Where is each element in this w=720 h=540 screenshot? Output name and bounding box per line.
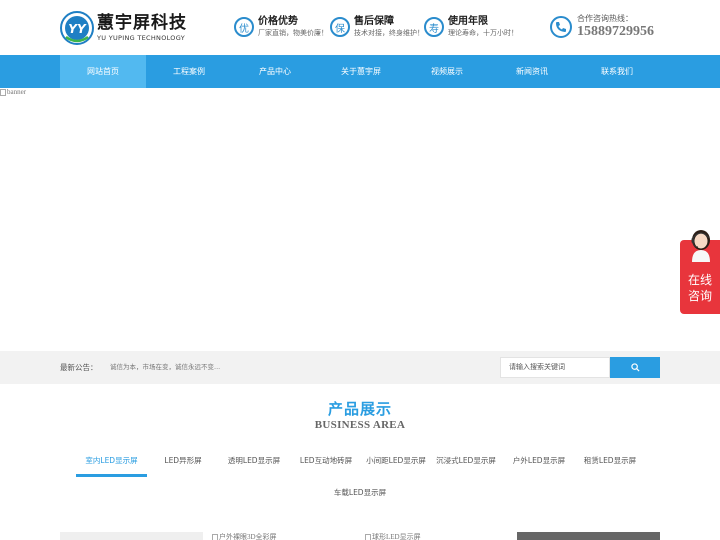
consult-line-1: 在线 [687, 273, 712, 287]
feature-desc: 技术对接，终身维护！ [354, 29, 424, 37]
search-input[interactable]: 请输入搜索关键词 [500, 357, 610, 378]
product-thumb-1[interactable] [60, 532, 203, 540]
tab-shaped-led[interactable]: LED异形屏 [150, 450, 216, 470]
active-tab-indicator [76, 474, 147, 477]
feature-desc: 理论寿命，十万小时！ [448, 29, 518, 37]
banner[interactable]: banner [0, 88, 720, 351]
tab-outdoor-led[interactable]: 户外LED显示屏 [503, 450, 575, 470]
product-thumb-4[interactable] [517, 532, 660, 540]
section-subtitle: BUSINESS AREA [314, 419, 406, 431]
tab-small-pitch-led[interactable]: 小间距LED显示屏 [362, 450, 430, 470]
warranty-badge-icon: 保 [330, 17, 350, 37]
nav-contact[interactable]: 联系我们 [574, 55, 660, 88]
section-title: 产品展示 [327, 400, 392, 418]
price-badge-icon: 优 [234, 17, 254, 37]
nav-videos[interactable]: 视频展示 [404, 55, 490, 88]
search-button[interactable] [610, 357, 660, 378]
tab-transparent-led[interactable]: 透明LED显示屏 [218, 450, 290, 470]
hotline-label: 合作咨询热线： [577, 14, 633, 23]
hotline-number[interactable]: 15889729956 [577, 24, 654, 40]
nav-home[interactable]: 网站首页 [60, 55, 146, 88]
broken-image-icon [365, 533, 371, 540]
product-thumb-3-alt: 球形LED显示屏 [372, 533, 421, 540]
consult-line-2: 咨询 [687, 289, 712, 303]
support-agent-avatar [688, 228, 714, 262]
notice-text[interactable]: 诚信为本，市场在变，诚信永远不变... [110, 351, 220, 384]
feature-title: 售后保障 [354, 16, 394, 27]
main-nav: 网站首页 工程案例 产品中心 关于蕙宇屏 视频展示 新闻资讯 联系我们 [0, 55, 720, 88]
broken-image-icon [212, 533, 218, 540]
product-thumb-2-alt: 户外裸眼3D全彩屏 [219, 533, 277, 540]
feature-title: 价格优势 [258, 16, 298, 27]
tab-rental-led[interactable]: 租赁LED显示屏 [574, 450, 646, 470]
logo-icon: YY [60, 11, 94, 45]
feature-price: 优 价格优势 厂家直销，物美价廉！ [234, 15, 328, 41]
site-header: YY 蕙宇屏科技 YU YUPING TECHNOLOGY 优 价格优势 厂家直… [0, 0, 720, 55]
feature-warranty: 保 售后保障 技术对接，终身维护！ [330, 15, 424, 41]
search-icon [630, 363, 640, 372]
online-consult-widget[interactable]: 在线 咨询 [680, 230, 720, 314]
nav-cases[interactable]: 工程案例 [146, 55, 232, 88]
tab-indoor-led[interactable]: 室内LED显示屏 [76, 450, 147, 470]
tab-vehicle-led[interactable]: 车载LED显示屏 [324, 482, 396, 502]
lifespan-badge-icon: 寿 [424, 17, 444, 37]
banner-alt-text: banner [7, 88, 27, 96]
notice-label: 最新公告： [60, 363, 98, 372]
nav-products[interactable]: 产品中心 [232, 55, 318, 88]
tab-immersive-led[interactable]: 沉浸式LED显示屏 [431, 450, 501, 470]
tab-interactive-floor-led[interactable]: LED互动地砖屏 [290, 450, 362, 470]
nav-news[interactable]: 新闻资讯 [489, 55, 575, 88]
product-thumb-3[interactable]: 球形LED显示屏 [365, 532, 421, 540]
phone-icon [550, 15, 572, 38]
feature-lifespan: 寿 使用年限 理论寿命，十万小时！ [424, 15, 518, 41]
broken-image-icon [0, 88, 6, 96]
hotline: 合作咨询热线： 15889729956 [550, 13, 654, 40]
logo-name: 蕙宇屏科技 [97, 13, 187, 33]
logo-subtitle: YU YUPING TECHNOLOGY [97, 34, 185, 42]
nav-about[interactable]: 关于蕙宇屏 [318, 55, 404, 88]
site-logo[interactable]: YY 蕙宇屏科技 YU YUPING TECHNOLOGY [60, 10, 190, 46]
logo-mark-text: YY [68, 22, 87, 36]
banner-image: banner [0, 88, 26, 96]
product-thumb-2[interactable]: 户外裸眼3D全彩屏 [212, 532, 277, 540]
feature-title: 使用年限 [448, 16, 488, 27]
feature-desc: 厂家直销，物美价廉！ [258, 29, 328, 37]
